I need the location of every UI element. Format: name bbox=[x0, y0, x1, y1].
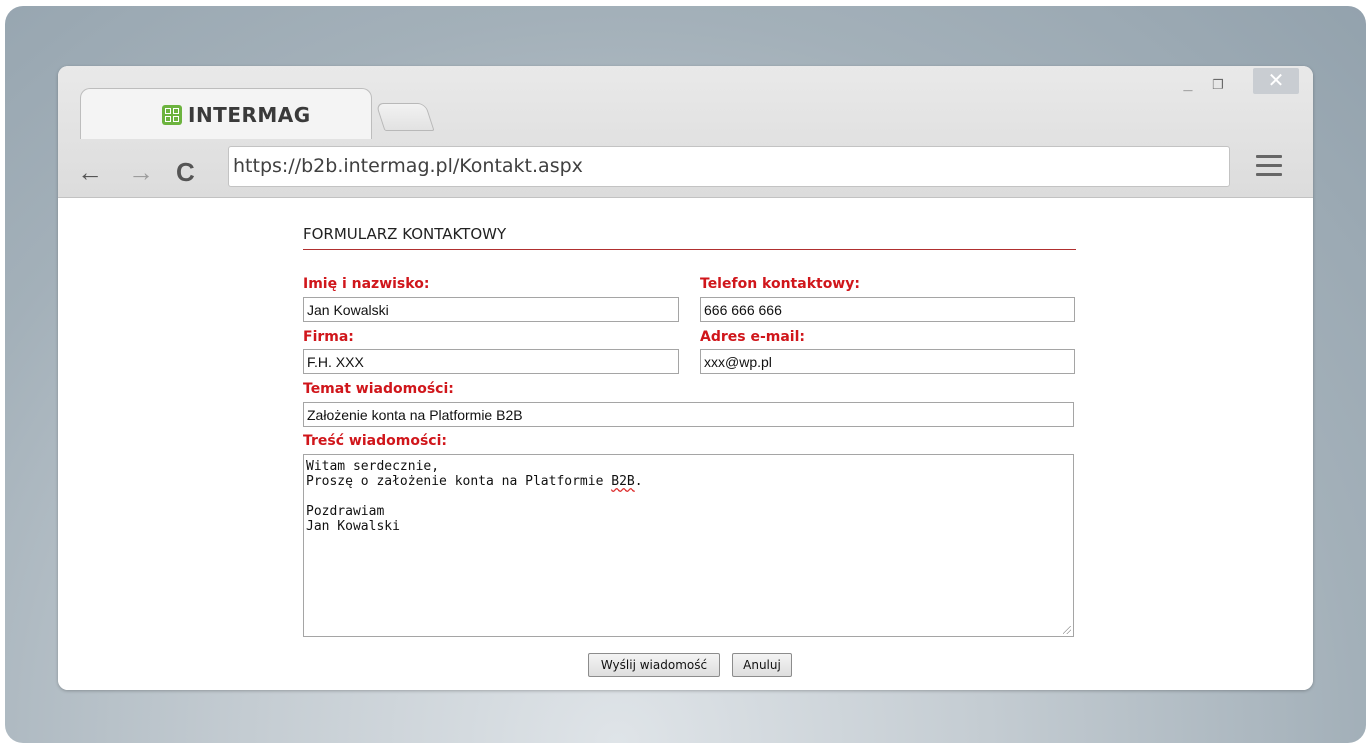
message-line: Jan Kowalski bbox=[306, 519, 400, 534]
address-bar[interactable]: https://b2b.intermag.pl/Kontakt.aspx bbox=[228, 146, 1230, 187]
message-line: Proszę o założenie konta na Platformie bbox=[306, 474, 612, 489]
name-field[interactable] bbox=[303, 297, 679, 322]
cancel-button[interactable]: Anuluj bbox=[732, 653, 792, 677]
email-label: Adres e-mail: bbox=[700, 329, 805, 345]
phone-label: Telefon kontaktowy: bbox=[700, 276, 860, 292]
resize-handle-icon[interactable] bbox=[1063, 626, 1071, 634]
back-arrow-icon[interactable]: ← bbox=[77, 159, 103, 185]
forward-arrow-icon[interactable]: → bbox=[128, 159, 154, 185]
message-line: Witam serdecznie, bbox=[306, 459, 440, 474]
close-window-button[interactable]: ✕ bbox=[1253, 68, 1299, 94]
company-label: Firma: bbox=[303, 329, 354, 345]
maximize-button[interactable]: ❐ bbox=[1205, 74, 1231, 96]
tab-intermag[interactable]: INTERMAG bbox=[80, 88, 372, 139]
browser-window: INTERMAG _ ❐ ✕ ← → C https://b2b.interma… bbox=[58, 66, 1313, 690]
subject-field[interactable] bbox=[303, 402, 1074, 427]
email-field[interactable] bbox=[700, 349, 1075, 374]
browser-toolbar: INTERMAG _ ❐ ✕ ← → C https://b2b.interma… bbox=[58, 66, 1313, 198]
message-line: Pozdrawiam bbox=[306, 504, 385, 519]
name-label: Imię i nazwisko: bbox=[303, 276, 430, 292]
phone-field[interactable] bbox=[700, 297, 1075, 322]
submit-button[interactable]: Wyślij wiadomość bbox=[588, 653, 720, 677]
message-line: . bbox=[634, 474, 643, 489]
message-label: Treść wiadomości: bbox=[303, 433, 447, 449]
reload-icon[interactable]: C bbox=[176, 159, 195, 185]
company-field[interactable] bbox=[303, 349, 679, 374]
spellcheck-word: B2B bbox=[611, 474, 635, 489]
page-content: FORMULARZ KONTAKTOWY Imię i nazwisko: Te… bbox=[58, 198, 1313, 690]
subject-label: Temat wiadomości: bbox=[303, 381, 454, 397]
hamburger-menu-icon[interactable] bbox=[1256, 155, 1282, 182]
message-textarea[interactable]: Witam serdecznie, Proszę o założenie kon… bbox=[303, 454, 1074, 637]
tab-title: INTERMAG bbox=[188, 103, 311, 127]
intermag-logo-icon bbox=[162, 105, 182, 125]
new-tab-button[interactable] bbox=[375, 103, 435, 131]
form-title: FORMULARZ KONTAKTOWY bbox=[303, 225, 1076, 250]
minimize-button[interactable]: _ bbox=[1175, 74, 1201, 96]
